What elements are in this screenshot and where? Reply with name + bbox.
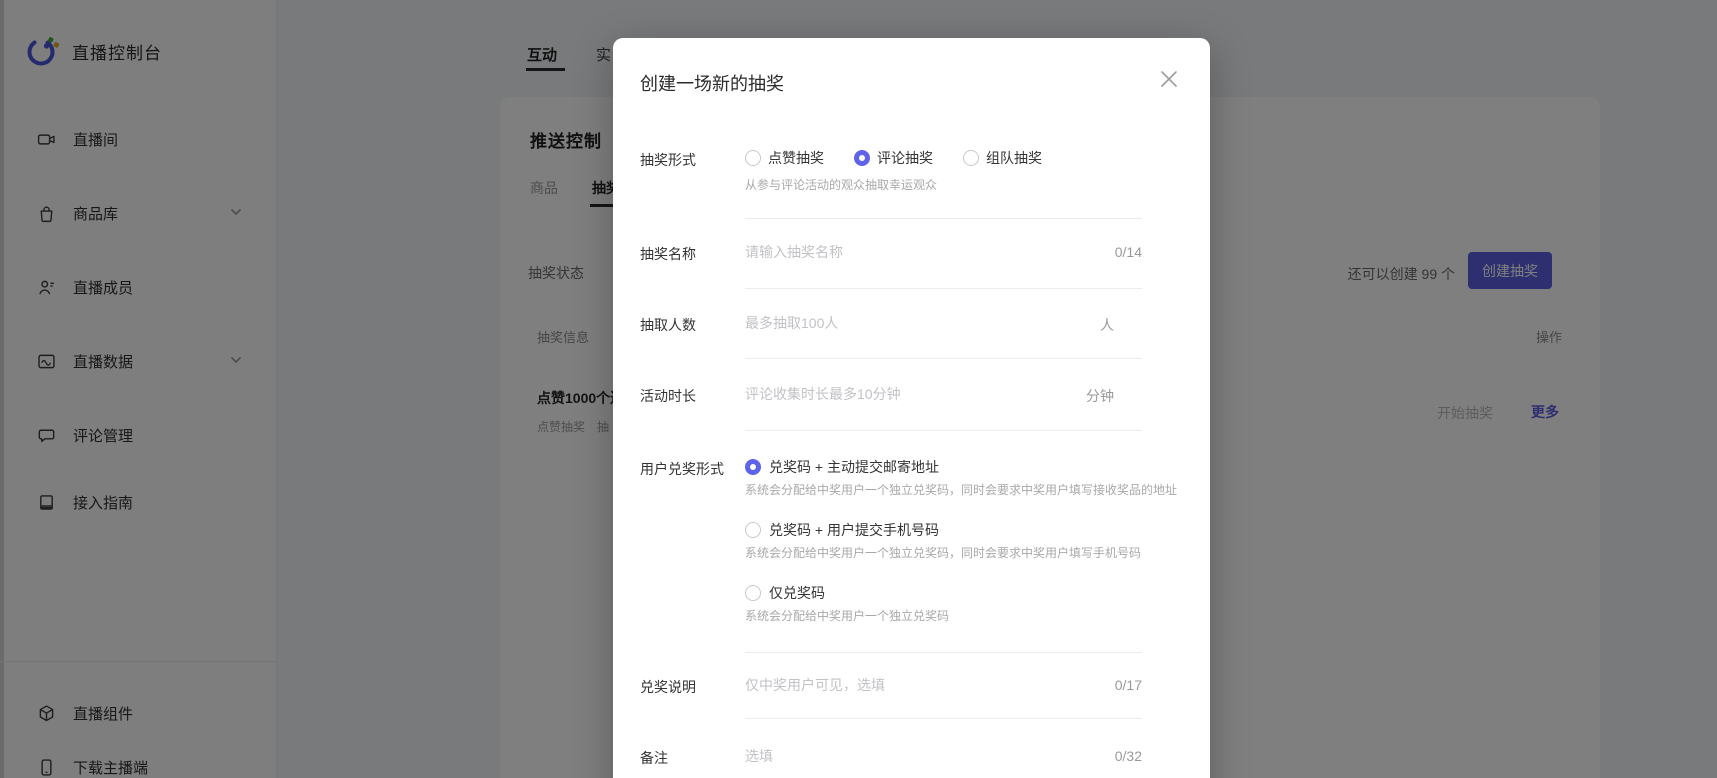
instructions-char-counter: 0/17 — [1115, 677, 1142, 693]
duration-input[interactable] — [745, 384, 1055, 404]
divider — [745, 430, 1142, 431]
lottery-name-input[interactable] — [745, 242, 1055, 262]
close-icon — [1156, 66, 1182, 92]
divider — [745, 218, 1142, 219]
name-char-counter: 0/14 — [1115, 244, 1142, 260]
radio-selected-icon — [745, 459, 761, 475]
duration-label: 活动时长 — [640, 386, 696, 406]
divider — [745, 288, 1142, 289]
radio-label: 仅兑奖码 — [769, 583, 825, 603]
divider — [745, 652, 1142, 653]
radio-code-only[interactable]: 仅兑奖码 — [745, 583, 825, 603]
draw-count-input[interactable] — [745, 313, 1055, 333]
modal-title: 创建一场新的抽奖 — [640, 70, 784, 96]
radio-label: 评论抽奖 — [877, 148, 933, 168]
redeem-option-hint: 系统会分配给中奖用户一个独立兑奖码 — [745, 607, 949, 624]
radio-circle-icon — [745, 585, 761, 601]
radio-label: 兑奖码 + 主动提交邮寄地址 — [769, 457, 939, 477]
radio-label: 兑奖码 + 用户提交手机号码 — [769, 520, 939, 540]
radio-label: 组队抽奖 — [986, 148, 1042, 168]
app: 直播控制台 直播间 商品库 直播成员 — [0, 0, 1717, 778]
create-lottery-modal: 创建一场新的抽奖 抽奖形式 点赞抽奖 评论抽奖 组队抽奖 从参与评论活动的观众抽… — [613, 38, 1210, 778]
lottery-name-label: 抽奖名称 — [640, 244, 696, 264]
radio-selected-icon — [854, 150, 870, 166]
note-label: 备注 — [640, 748, 668, 768]
note-input[interactable] — [745, 746, 1055, 766]
redeem-type-label: 用户兑奖形式 — [640, 459, 724, 479]
redeem-option-hint: 系统会分配给中奖用户一个独立兑奖码，同时会要求中奖用户填写接收奖品的地址 — [745, 481, 1177, 498]
note-char-counter: 0/32 — [1115, 748, 1142, 764]
redeem-instructions-label: 兑奖说明 — [640, 677, 696, 697]
redeem-instructions-input[interactable] — [745, 675, 1055, 695]
draw-count-label: 抽取人数 — [640, 315, 696, 335]
radio-comment-lottery[interactable]: 评论抽奖 — [854, 148, 933, 168]
radio-label: 点赞抽奖 — [768, 148, 824, 168]
radio-circle-icon — [745, 522, 761, 538]
radio-circle-icon — [745, 150, 761, 166]
divider — [745, 358, 1142, 359]
radio-code-plus-phone[interactable]: 兑奖码 + 用户提交手机号码 — [745, 520, 939, 540]
lottery-type-radio-group: 点赞抽奖 评论抽奖 组队抽奖 — [745, 148, 1042, 168]
divider — [745, 718, 1142, 719]
close-button[interactable] — [1156, 66, 1182, 92]
lottery-type-hint: 从参与评论活动的观众抽取幸运观众 — [745, 176, 937, 193]
lottery-type-label: 抽奖形式 — [640, 150, 696, 170]
radio-code-plus-address[interactable]: 兑奖码 + 主动提交邮寄地址 — [745, 457, 939, 477]
redeem-option-hint: 系统会分配给中奖用户一个独立兑奖码，同时会要求中奖用户填写手机号码 — [745, 544, 1141, 561]
radio-like-lottery[interactable]: 点赞抽奖 — [745, 148, 824, 168]
duration-unit: 分钟 — [1086, 386, 1114, 406]
draw-count-unit: 人 — [1100, 315, 1114, 335]
radio-circle-icon — [963, 150, 979, 166]
radio-team-lottery[interactable]: 组队抽奖 — [963, 148, 1042, 168]
